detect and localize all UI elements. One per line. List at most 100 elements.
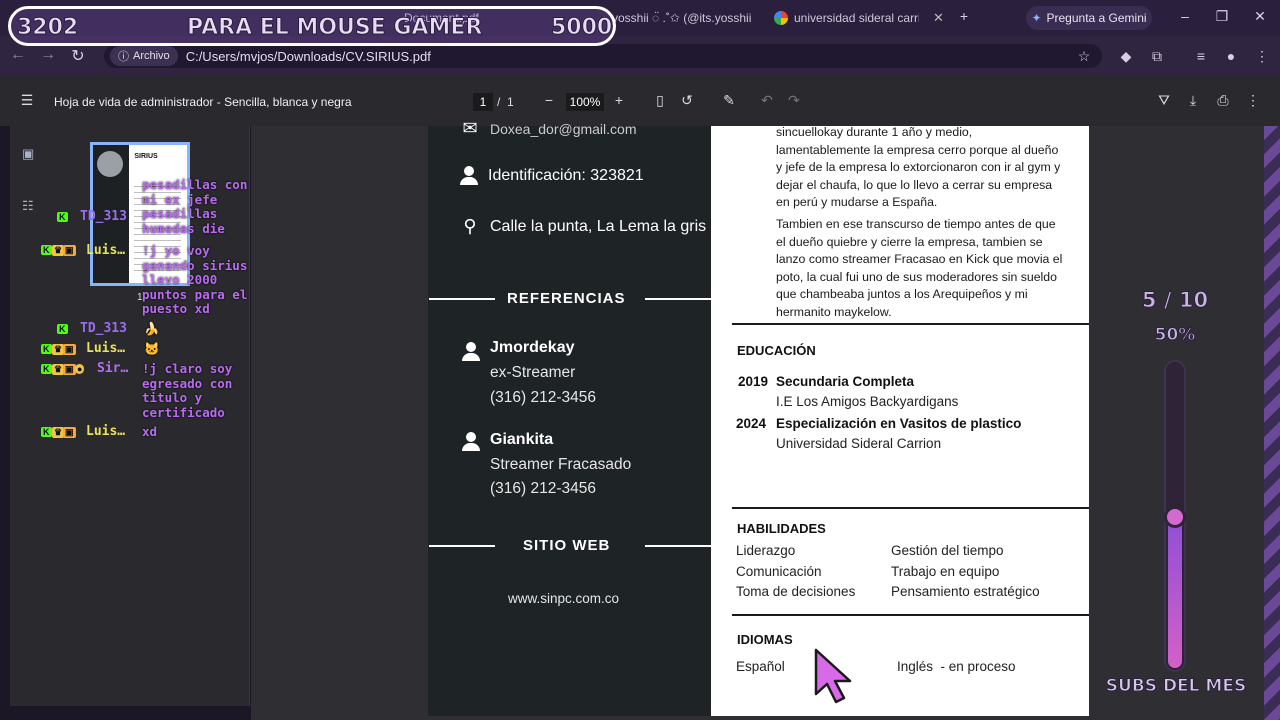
chat-badge: K [41,344,52,354]
restore-icon[interactable]: ❐ [1212,8,1232,25]
subs-goal-count: 5 / 10 [1141,288,1209,313]
chat-badge: ▣ [63,344,76,355]
sidebar-menu-icon[interactable]: ☰ [18,92,36,109]
fit-page-icon[interactable]: ▯ [651,92,669,109]
experience-paragraph: sincuellokay durante 1 año y medio, lame… [776,125,1061,210]
identification-row: Identificación: 323821 [460,166,644,186]
skill-item: Gestión del tiempo [891,543,1004,558]
divider [645,298,711,300]
thumbnails-icon[interactable]: ▣ [22,146,34,162]
info-icon: ⓘ [118,51,129,63]
chat-username: Luis… [86,243,126,258]
skills-heading: HABILIDADES [737,521,826,536]
thumb-avatar [97,151,123,177]
education-heading: EDUCACIÓN [737,343,816,358]
annotate-icon[interactable]: ✎ [720,92,738,109]
address-row: ⚲ Calle la punta, La Lema la gris [460,216,706,237]
references-heading: REFERENCIAS [507,290,626,307]
document-title: Hoja de vida de administrador - Sencilla… [54,95,352,109]
site-info-chip[interactable]: ⓘ Archivo [110,46,178,66]
profile-avatar-icon[interactable]: ● [1222,48,1240,64]
pdf-toolbar: ☰ Hoja de vida de administrador - Sencil… [0,76,1280,126]
print-icon[interactable]: ⎙ [1214,92,1232,109]
extensions-puzzle-icon[interactable]: ⧉ [1148,48,1166,65]
page-number-input[interactable]: 1 [473,93,493,111]
chat-badge: ▣ [63,427,76,438]
zoom-out-icon[interactable]: − [540,92,558,108]
education-title: Secundaria Completa [776,374,915,389]
extension-icon[interactable]: ◆ [1117,48,1135,65]
reading-list-icon[interactable]: ≡ [1192,48,1210,64]
tab-google-search[interactable]: universidad sideral carrion - ✕ [774,7,944,29]
undo-icon[interactable]: ↶ [758,92,776,109]
zoom-input[interactable]: 100% [566,93,604,111]
education-year: 2019 [738,374,769,389]
forward-icon[interactable]: → [38,46,58,64]
download-icon[interactable]: ⤓ [1184,92,1202,109]
chat-message: !j claro soy egresado con titulo y certific… [142,361,233,420]
tab-label: yosshii ◌̈ .˚✩ (@its.yosshii [612,11,752,25]
divider [732,614,1089,616]
reload-icon[interactable]: ↻ [68,46,88,66]
more-options-icon[interactable]: ⋮ [1244,92,1262,109]
reference-role: ex-Streamer [490,364,576,381]
education-year: 2024 [736,416,767,431]
website-heading: SITIO WEB [523,537,611,554]
chat-message: pesadillas con mi ex jefe pesadillas humeda… [142,177,248,236]
languages-heading: IDIOMAS [737,632,793,647]
chat-badge: K [57,324,68,334]
chat-badge: ▣ [63,245,76,256]
gemini-button[interactable]: ✦ Pregunta a Gemini [1026,6,1152,30]
reference-name: Jmordekay [490,339,575,356]
chat-badge: ▣ [63,364,76,375]
chat-badge: K [41,245,52,255]
reference-phone: (316) 212-3456 [490,480,596,497]
bookmark-star-icon[interactable]: ☆ [1075,48,1093,65]
mail-icon: ✉ [462,118,478,138]
close-tab-icon[interactable]: ✕ [933,10,944,26]
subs-goal-label: SUBS DEL MES [1105,676,1247,697]
chat-message: 🐱 [144,341,160,356]
divider [732,323,1089,325]
redo-icon[interactable]: ↷ [785,92,803,109]
chat-badge: K [57,212,68,222]
banner-title: PARA EL MOUSE GAMER [186,15,483,41]
skill-item: Comunicación [736,564,822,579]
back-icon[interactable]: ← [8,46,28,64]
outline-icon[interactable]: ☷ [22,198,34,214]
chat-message: 🍌 [144,321,160,336]
minimize-icon[interactable]: – [1175,8,1195,24]
chat-badge: K [41,364,52,374]
close-window-icon[interactable]: ✕ [1250,8,1270,25]
tab-instagram[interactable]: yosshii ◌̈ .˚✩ (@its.yosshii [612,7,762,29]
chat-username: TD_313 [80,209,127,224]
new-tab-icon[interactable]: + [954,8,974,24]
skill-item: Liderazgo [736,543,796,558]
gemini-label: Pregunta a Gemini [1046,11,1147,25]
page-total: 1 [507,95,514,109]
chat-message: !j yo voy ganando sirius llevo 2000 puntos … [142,243,248,316]
subs-goal-knob [1164,506,1186,528]
divider [429,545,495,547]
identification-text: Identificación: 323821 [488,167,644,184]
thumb-name: SIRIUS [134,153,158,160]
banner-goal-count: 5000 [550,15,613,41]
subs-goal-percent: 50% [1154,325,1196,346]
mouse-cursor-icon [814,648,852,704]
subs-goal-progress [1164,360,1186,672]
skill-item: Pensamiento estratégico [891,584,1040,599]
zoom-in-icon[interactable]: + [610,92,628,108]
website-link[interactable]: www.sinpc.com.co [508,591,619,606]
chat-username: Luis… [86,424,126,439]
resume-left-column [428,126,711,716]
address-bar[interactable]: ⓘ Archivo C:/Users/mvjos/Downloads/CV.SI… [104,44,1102,68]
reference-role: Streamer Fracasado [490,456,632,473]
drive-save-icon[interactable]: ⛛ [1155,92,1173,109]
rotate-icon[interactable]: ↺ [678,92,696,109]
browser-menu-icon[interactable]: ⋮ [1253,48,1271,65]
tab-label: universidad sideral carrion - [794,11,919,25]
email-row: ✉ Doxea_dor@gmail.com [460,118,636,139]
divider [645,545,711,547]
banner-current-count: 3202 [16,15,79,41]
education-institution: I.E Los Amigos Backyardigans [776,394,959,409]
